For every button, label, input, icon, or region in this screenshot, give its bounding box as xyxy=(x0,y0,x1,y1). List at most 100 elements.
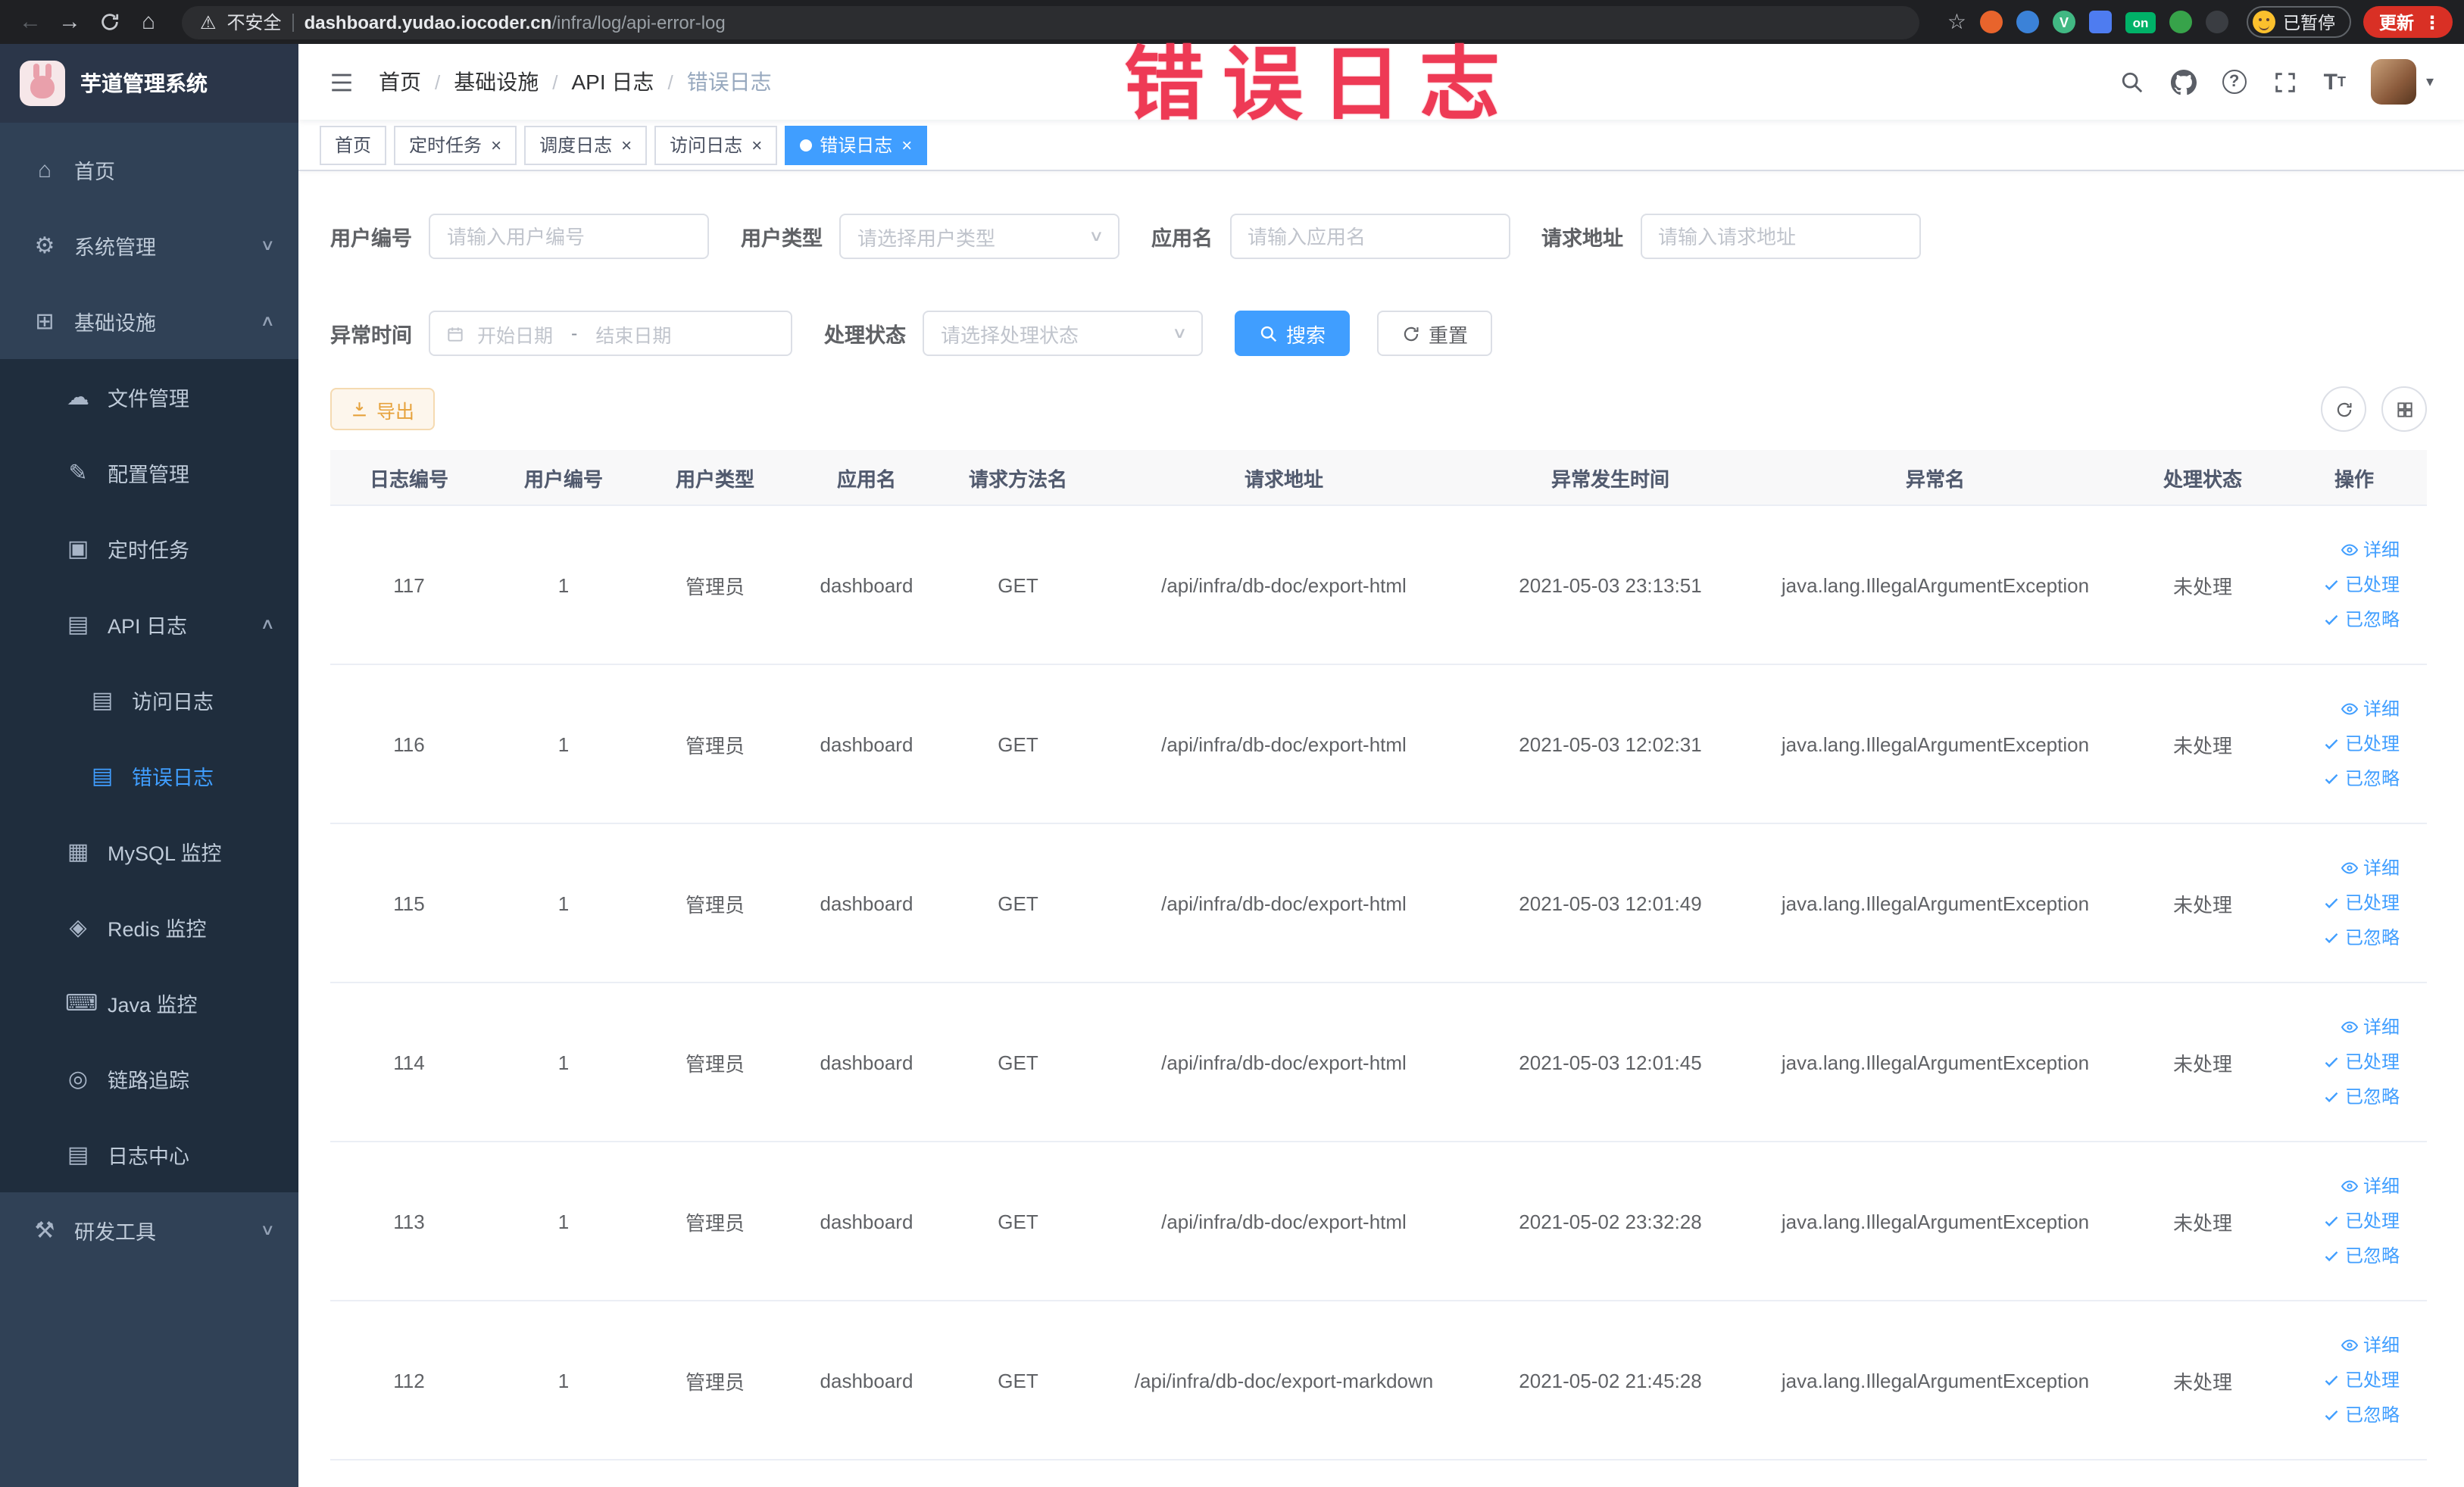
cell-exception: java.lang.IllegalArgumentException xyxy=(1781,892,2090,914)
processed-link[interactable]: 已处理 xyxy=(2322,886,2400,920)
sidebar-item-trace[interactable]: ◎ 链路追踪 xyxy=(0,1041,298,1117)
tab-close-icon[interactable]: × xyxy=(491,134,501,155)
processed-link[interactable]: 已处理 xyxy=(2322,1364,2400,1397)
font-size-icon[interactable]: TT xyxy=(2324,69,2346,95)
refresh-button[interactable] xyxy=(2321,386,2366,432)
fullscreen-icon[interactable] xyxy=(2272,69,2298,95)
app-name-input[interactable] xyxy=(1229,214,1510,259)
ignored-link[interactable]: 已忽略 xyxy=(2322,1080,2400,1114)
breadcrumb-api-log[interactable]: API 日志 xyxy=(572,67,654,97)
tab-close-icon[interactable]: × xyxy=(901,134,912,155)
detail-link[interactable]: 详细 xyxy=(2341,692,2400,726)
user-id-input[interactable] xyxy=(429,214,709,259)
help-icon[interactable]: ? xyxy=(2222,70,2247,94)
processed-link[interactable]: 已处理 xyxy=(2322,568,2400,601)
detail-link[interactable]: 详细 xyxy=(2341,1170,2400,1203)
tab-0[interactable]: 首页 xyxy=(320,125,387,164)
sidebar-item-label: 研发工具 xyxy=(74,1221,156,1244)
sidebar-item-file-management[interactable]: ☁ 文件管理 xyxy=(0,359,298,435)
app-name-label: 应用名 xyxy=(1151,227,1213,250)
sidebar-item-error-log[interactable]: ▤ 错误日志 xyxy=(0,738,298,814)
tab-3[interactable]: 访问日志 × xyxy=(654,125,778,164)
breadcrumb-home[interactable]: 首页 xyxy=(379,67,421,97)
tab-2[interactable]: 调度日志 × xyxy=(524,125,648,164)
detail-link[interactable]: 详细 xyxy=(2341,533,2400,567)
sidebar-item-home[interactable]: ⌂ 首页 xyxy=(0,132,298,208)
cell-time: 2021-05-02 23:32:28 xyxy=(1519,1210,1702,1232)
process-status-select[interactable]: 请选择处理状态 ∨ xyxy=(923,311,1203,356)
extensions-row: ☆ V on xyxy=(1947,9,2228,35)
ignored-link[interactable]: 已忽略 xyxy=(2322,1398,2400,1432)
extension-orange-icon[interactable] xyxy=(1980,11,2003,33)
sidebar-item-java-monitor[interactable]: ⌨ Java 监控 xyxy=(0,965,298,1041)
cell-user_id: 1 xyxy=(557,1210,570,1232)
sidebar-item-mysql-monitor[interactable]: ▦ MySQL 监控 xyxy=(0,814,298,889)
user-menu[interactable]: ▾ xyxy=(2371,59,2434,105)
chrome-update-button[interactable]: 更新 ⋮ xyxy=(2363,6,2452,38)
user-type-label: 用户类型 xyxy=(741,227,823,250)
logo-bar[interactable]: 芋道管理系统 xyxy=(0,44,298,123)
sidebar-item-log-center[interactable]: ▤ 日志中心 xyxy=(0,1117,298,1192)
ignored-link[interactable]: 已忽略 xyxy=(2322,921,2400,954)
cell-user_type: 管理员 xyxy=(685,1052,745,1075)
browser-menu-icon[interactable]: ⋮ xyxy=(2423,11,2441,33)
sidebar-item-dev-tools[interactable]: ⚒ 研发工具 ∨ xyxy=(0,1192,298,1268)
detail-link[interactable]: 详细 xyxy=(2341,851,2400,885)
extension-blue-icon[interactable] xyxy=(2016,11,2039,33)
extension-grid-icon[interactable] xyxy=(2089,11,2112,33)
reset-button[interactable]: 重置 xyxy=(1377,311,1493,356)
tab-1[interactable]: 定时任务 × xyxy=(394,125,517,164)
extension-vue-icon[interactable]: V xyxy=(2053,11,2075,33)
cell-time: 2021-05-03 12:01:49 xyxy=(1519,892,1702,914)
extension-dark-icon[interactable] xyxy=(2206,11,2228,33)
search-icon[interactable] xyxy=(2119,69,2145,95)
reload-icon[interactable] xyxy=(91,4,127,40)
filter-user-type: 用户类型 请选择用户类型 ∨ xyxy=(741,214,1120,259)
back-icon[interactable]: ← xyxy=(12,4,48,40)
bookmark-star-icon[interactable]: ☆ xyxy=(1947,9,1966,35)
cell-actions: 详细 已处理 已忽略 xyxy=(2281,665,2427,823)
sidebar-item-scheduled-jobs[interactable]: ▣ 定时任务 xyxy=(0,511,298,586)
breadcrumb-infrastructure[interactable]: 基础设施 xyxy=(454,67,539,97)
column-header: 异常名 xyxy=(1747,450,2124,505)
calendar-icon xyxy=(445,323,465,343)
detail-link[interactable]: 详细 xyxy=(2341,1329,2400,1362)
sidebar-item-label: 基础设施 xyxy=(74,312,156,335)
github-icon[interactable] xyxy=(2170,69,2197,95)
sidebar-item-api-log[interactable]: ▤ API 日志 ∧ xyxy=(0,586,298,662)
ignored-link[interactable]: 已忽略 xyxy=(2322,603,2400,636)
profile-paused-badge[interactable]: 已暂停 xyxy=(2247,6,2350,38)
search-button[interactable]: 搜索 xyxy=(1235,311,1351,356)
extension-green-icon[interactable] xyxy=(2169,11,2192,33)
detail-link[interactable]: 详细 xyxy=(2341,1011,2400,1044)
tab-close-icon[interactable]: × xyxy=(621,134,632,155)
extension-on-icon[interactable]: on xyxy=(2125,11,2156,33)
ignored-link[interactable]: 已忽略 xyxy=(2322,1239,2400,1273)
export-button[interactable]: 导出 xyxy=(330,388,435,430)
date-range-picker[interactable]: 开始日期 - 结束日期 xyxy=(429,311,792,356)
column-settings-button[interactable] xyxy=(2381,386,2427,432)
browser-home-icon[interactable]: ⌂ xyxy=(130,4,167,40)
sidebar-menu: ⌂ 首页 ⚙ 系统管理 ∨ ⊞ 基础设施 ∧ ☁ 文件管理 ✎ 配置管理 ▣ 定时任务 ▤ API 日志 ∧ ▤ 访… xyxy=(0,123,298,1268)
column-header: 请求地址 xyxy=(1094,450,1474,505)
address-bar[interactable]: ⚠ 不安全 dashboard.yudao.iocoder.cn/infra/l… xyxy=(182,5,1920,39)
tab-close-icon[interactable]: × xyxy=(751,134,762,155)
tab-label: 定时任务 xyxy=(409,135,482,156)
forward-icon[interactable]: → xyxy=(52,4,88,40)
tab-4[interactable]: 错误日志 × xyxy=(785,125,928,164)
sidebar-item-infrastructure[interactable]: ⊞ 基础设施 ∧ xyxy=(0,283,298,359)
error-log-table: 日志编号 用户编号 用户类型 应用名 请求方法名 请求地址 异常发生时间 异常名 处理状态 操作 … xyxy=(330,450,2427,1460)
sidebar-item-redis-monitor[interactable]: ◈ Redis 监控 xyxy=(0,889,298,965)
processed-link[interactable]: 已处理 xyxy=(2322,727,2400,761)
processed-link[interactable]: 已处理 xyxy=(2322,1045,2400,1079)
processed-link[interactable]: 已处理 xyxy=(2322,1204,2400,1238)
sidebar-item-system-management[interactable]: ⚙ 系统管理 ∨ xyxy=(0,208,298,283)
cell-url: /api/infra/db-doc/export-html xyxy=(1161,733,1407,755)
sidebar-item-label: 日志中心 xyxy=(108,1145,189,1168)
sidebar-item-access-log[interactable]: ▤ 访问日志 xyxy=(0,662,298,738)
sidebar-item-config-management[interactable]: ✎ 配置管理 xyxy=(0,435,298,511)
hamburger-icon[interactable] xyxy=(329,69,354,95)
user-type-select[interactable]: 请选择用户类型 ∨ xyxy=(839,214,1120,259)
request-url-input[interactable] xyxy=(1640,214,1920,259)
ignored-link[interactable]: 已忽略 xyxy=(2322,762,2400,795)
